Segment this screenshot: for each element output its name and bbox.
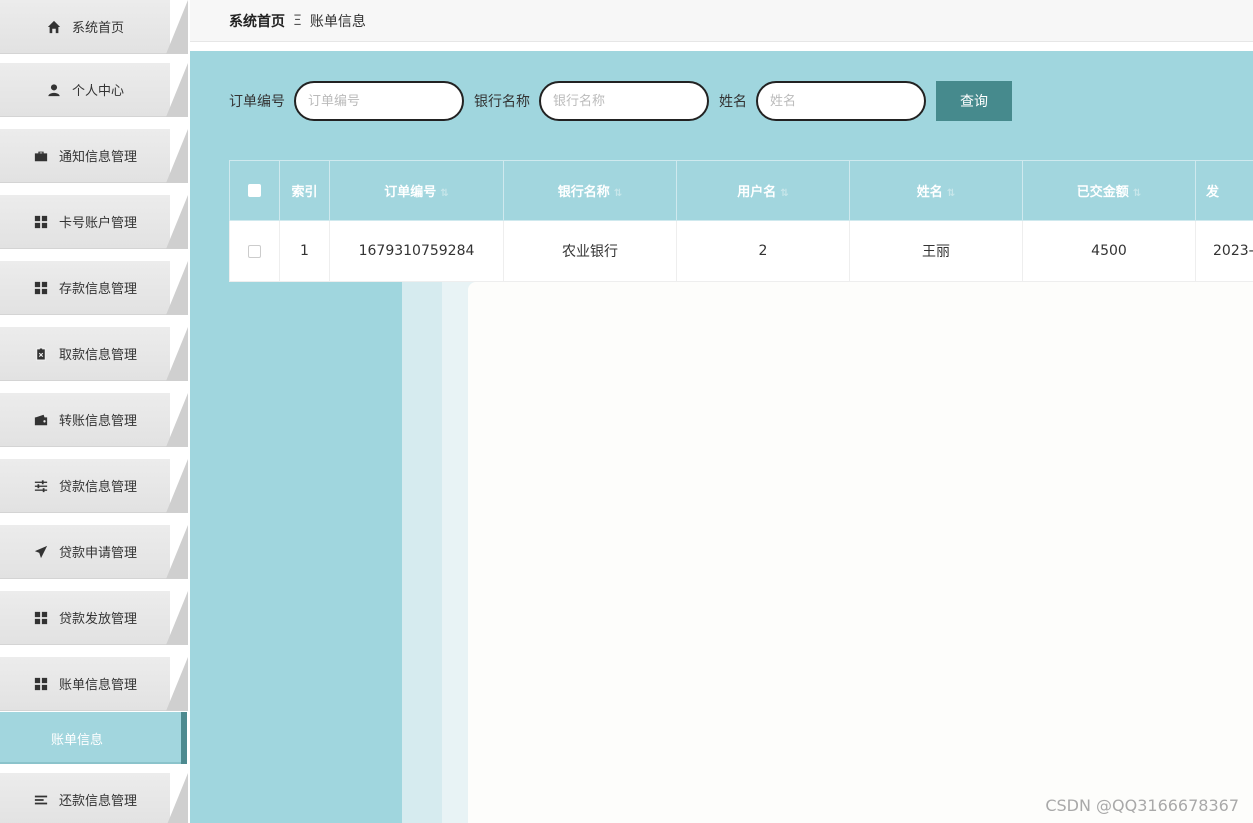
sidebar-item-card-account[interactable]: 卡号账户管理 [0,195,188,249]
sidebar-item-label: 存款信息管理 [58,282,137,297]
cell-index: 1 [279,220,330,282]
content-panel [468,282,1253,823]
cell-date: 2023- [1195,220,1253,282]
order-number-input[interactable] [294,81,464,121]
cell-username: 2 [676,220,850,282]
sidebar-item-label: 贷款发放管理 [58,612,137,627]
column-header-bank[interactable]: 银行名称 ⇅ [503,160,677,221]
select-all-checkbox[interactable] [248,184,261,197]
sliders-icon [33,478,49,494]
select-all-checkbox-cell[interactable] [229,160,280,221]
sort-icon[interactable]: ⇅ [440,188,448,199]
order-number-label: 订单编号 [229,94,285,110]
grid-icon [33,610,49,626]
bank-name-label: 银行名称 [474,94,530,110]
cell-order-no: 1679310759284 [329,220,504,282]
table-row[interactable]: 1 1679310759284 农业银行 2 王丽 4500 2023- [229,220,1253,282]
sort-icon[interactable]: ⇅ [780,188,788,199]
sidebar-item-notice[interactable]: 通知信息管理 [0,129,188,183]
column-header-date[interactable]: 发 [1195,160,1253,221]
grid-icon [33,280,49,296]
sidebar-item-loan-apply[interactable]: 贷款申请管理 [0,525,188,579]
sidebar-item-home[interactable]: 系统首页 [0,0,188,54]
sidebar-item-transfer[interactable]: 转账信息管理 [0,393,188,447]
sidebar-subitem-label: 账单信息 [51,732,104,748]
query-button[interactable]: 查询 [936,81,1012,121]
wallet-icon [33,412,49,428]
breadcrumb: 系统首页 Ξ 账单信息 [190,0,1253,42]
send-icon [33,544,49,560]
name-input[interactable] [756,81,926,121]
breadcrumb-current: 账单信息 [309,13,366,30]
sidebar-item-label: 还款信息管理 [58,794,137,809]
breadcrumb-home[interactable]: 系统首页 [229,11,285,31]
sort-icon[interactable]: ⇅ [1133,188,1141,199]
sidebar-item-label: 转账信息管理 [58,414,137,429]
sidebar-item-label: 贷款申请管理 [58,546,137,561]
bill-table: 索引 订单编号 ⇅ 银行名称 ⇅ 用户名 ⇅ 姓名 ⇅ 已交金额 ⇅ 发 1 167931… [229,160,1253,282]
row-checkbox-cell[interactable] [229,220,280,282]
sidebar-item-label: 取款信息管理 [58,348,137,363]
sidebar-item-loan-release[interactable]: 贷款发放管理 [0,591,188,645]
menu-lines-icon [33,792,49,808]
breadcrumb-separator: Ξ [293,12,302,29]
sidebar: 系统首页 个人中心 通知信息管理 卡号账户管理 存款信息管理 取款信息管理 转账… [0,0,190,823]
search-bar: 订单编号 银行名称 姓名 查询 [229,81,1012,121]
column-header-order-no[interactable]: 订单编号 ⇅ [329,160,504,221]
cell-name: 王丽 [849,220,1023,282]
grid-icon [33,214,49,230]
bank-name-input[interactable] [539,81,709,121]
column-header-paid[interactable]: 已交金额 ⇅ [1022,160,1196,221]
grid-icon [33,676,49,692]
table-header-row: 索引 订单编号 ⇅ 银行名称 ⇅ 用户名 ⇅ 姓名 ⇅ 已交金额 ⇅ 发 [229,160,1253,221]
watermark: CSDN @QQ3166678367 [1045,796,1239,815]
sidebar-item-profile[interactable]: 个人中心 [0,63,188,117]
sort-icon[interactable]: ⇅ [947,188,955,199]
main-content: 系统首页 Ξ 账单信息 订单编号 银行名称 姓名 查询 索引 订单编号⇅ 银行名… [190,0,1253,823]
home-icon [46,19,62,35]
sidebar-item-label: 账单信息管理 [58,678,137,693]
sidebar-item-label: 卡号账户管理 [58,216,137,231]
sidebar-item-withdraw[interactable]: 取款信息管理 [0,327,188,381]
sidebar-item-label: 通知信息管理 [58,150,137,165]
user-icon [46,82,62,98]
column-header-index: 索引 [279,160,330,221]
cell-paid: 4500 [1022,220,1196,282]
column-header-username[interactable]: 用户名 ⇅ [676,160,850,221]
column-header-name[interactable]: 姓名 ⇅ [849,160,1023,221]
top-divider [190,42,1253,51]
sidebar-item-repayment[interactable]: 还款信息管理 [0,773,188,823]
sidebar-subitem-bill-info[interactable]: 账单信息 [0,712,187,764]
briefcase-icon [33,148,49,164]
row-checkbox[interactable] [248,244,261,258]
sidebar-item-bill[interactable]: 账单信息管理 [0,657,188,711]
name-label: 姓名 [719,94,747,110]
sidebar-item-label: 贷款信息管理 [58,480,137,495]
sidebar-item-label: 个人中心 [71,84,124,99]
sort-icon[interactable]: ⇅ [614,188,622,199]
sidebar-item-loan-info[interactable]: 贷款信息管理 [0,459,188,513]
cell-bank: 农业银行 [503,220,677,282]
sidebar-item-deposit[interactable]: 存款信息管理 [0,261,188,315]
sidebar-item-label: 系统首页 [71,21,124,36]
clipboard-x-icon [33,346,49,362]
